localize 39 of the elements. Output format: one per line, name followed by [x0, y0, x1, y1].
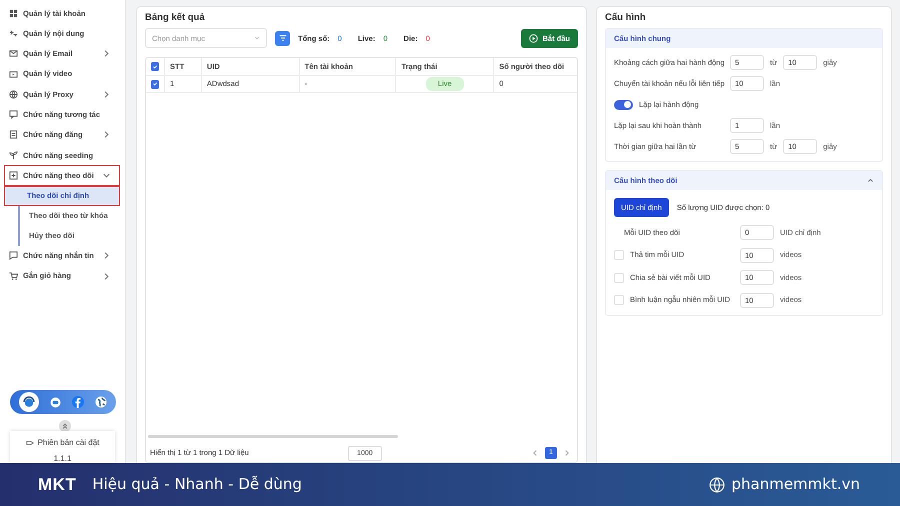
filter-icon [278, 34, 286, 42]
checkbox[interactable] [614, 250, 624, 260]
caret-icon [254, 35, 260, 42]
mail-icon [9, 49, 18, 58]
chevron-icon [867, 177, 874, 184]
version-label: Phiên bản cài đặt [38, 437, 100, 449]
filter-button[interactable] [275, 30, 290, 46]
logo: MKT [38, 474, 76, 496]
collapse-button[interactable] [58, 420, 70, 432]
play-icon [529, 34, 538, 43]
website-link[interactable]: phanmemmkt.vn [731, 473, 860, 496]
chevron-icon [102, 49, 111, 58]
chevron-icon [102, 171, 111, 180]
chevron-icon [102, 90, 111, 99]
checkbox[interactable] [614, 295, 624, 305]
facebook-icon[interactable] [72, 396, 84, 408]
toggle-switch[interactable] [614, 100, 633, 110]
grid-icon [9, 8, 18, 18]
message-icon [9, 251, 18, 260]
section-title: Bảng kết quả [145, 11, 206, 25]
chat-icon [9, 110, 18, 120]
chat-bubble-icon[interactable] [50, 396, 61, 408]
document-icon [9, 130, 18, 140]
support-icon[interactable] [18, 392, 39, 412]
video-icon [9, 70, 18, 79]
version-number: 1.1.1 [52, 453, 72, 465]
tag-icon [26, 439, 34, 447]
cart-icon [9, 272, 18, 281]
tagline: Hiệu quả - Nhanh - Dễ dùng [92, 474, 302, 496]
plus-square-icon [9, 171, 18, 180]
chevron-icon [102, 130, 111, 140]
section-title: Cấu hình [605, 11, 647, 25]
row-checkbox[interactable] [151, 62, 159, 71]
row-checkbox[interactable] [151, 80, 159, 88]
chevron-icon [102, 251, 111, 260]
chevron-icon [102, 272, 111, 281]
scrollbar[interactable] [148, 435, 398, 438]
checkbox[interactable] [614, 272, 624, 282]
sprout-icon [9, 150, 18, 160]
